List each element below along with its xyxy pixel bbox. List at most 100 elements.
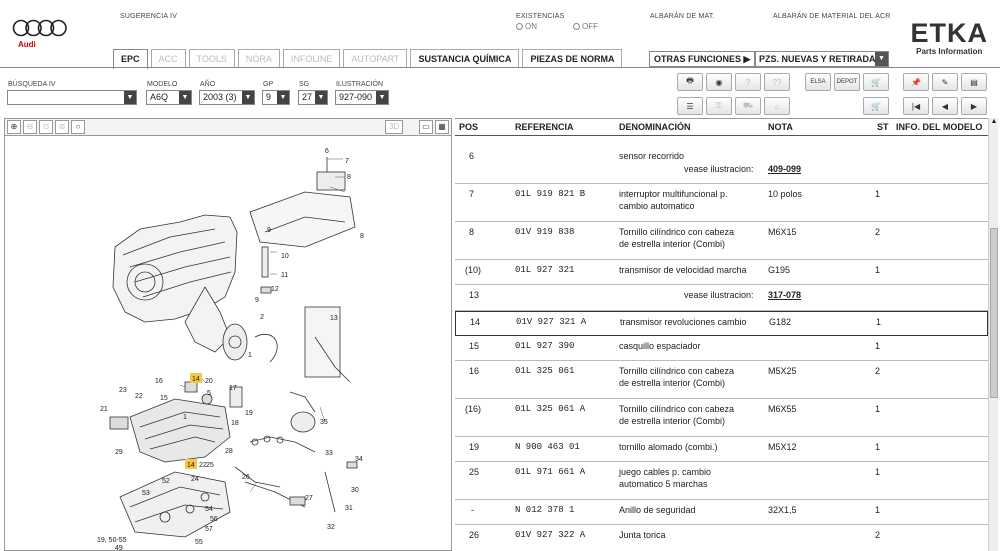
scroll-up-icon[interactable]: ▲ [989, 118, 999, 128]
tab-epc[interactable]: EPC [113, 49, 148, 69]
chevron-down-icon: ▼ [376, 91, 388, 104]
cell-sub-link[interactable]: 317-078 [768, 289, 801, 301]
tab-infoline[interactable]: INFOLINE [282, 49, 341, 68]
doc-next-button[interactable]: ▤ [961, 73, 987, 91]
label-57: 57 [205, 526, 213, 533]
zoom-window-button[interactable]: ⊘ [55, 120, 69, 134]
ano-value: 2003 (3) [203, 92, 237, 102]
first-page-button[interactable]: |◀ [903, 97, 929, 115]
tab-autopart[interactable]: AUTOPART [343, 49, 408, 68]
table-row[interactable]: 7 01L 919 821 B interruptor multifuncion… [455, 184, 988, 222]
table-row[interactable]: (10) 01L 927 321 transmisor de velocidad… [455, 260, 988, 285]
cell-st: 1 [875, 404, 881, 414]
search-button[interactable]: ○ [71, 120, 85, 134]
key-button[interactable]: ⚿ [706, 97, 732, 115]
label-49: 49 [115, 545, 123, 550]
basket-button[interactable]: 🛒 [863, 97, 889, 115]
cell-pos: 13 [469, 290, 480, 300]
shop-button[interactable]: ⌂ [764, 97, 790, 115]
split-view-button[interactable]: ▭ [419, 120, 433, 134]
elsa-button[interactable]: ELSA [805, 73, 831, 91]
depot-icon: DEPOT [836, 79, 858, 85]
cell-ref: 01L 927 390 [515, 341, 575, 351]
existencias-off-radio[interactable]: OFF [573, 22, 598, 31]
search-icon: ○ [75, 122, 81, 131]
label-15: 15 [160, 395, 168, 402]
table-row[interactable]: 26 01V 927 322 A Junta torica 2 [455, 525, 988, 550]
printer-icon: 🖶 [686, 76, 694, 85]
cell-denom: transmisor revoluciones cambio [620, 317, 747, 327]
tab-tools[interactable]: TOOLS [188, 49, 235, 68]
tab-piezas-de-norma[interactable]: PIEZAS DE NORMA [522, 49, 623, 68]
table-row-selected[interactable]: 14 01V 927 321 A transmisor revoluciones… [455, 311, 988, 336]
cell-nota: 10 polos [768, 189, 803, 199]
table-row[interactable]: - N 012 378 1 Anillo de seguridad 32X1,5… [455, 500, 988, 525]
cell-sub-label: vease ilustracion: [684, 164, 754, 174]
zoom-fit-button[interactable]: ⊙ [39, 120, 53, 134]
otras-funciones-button[interactable]: OTRAS FUNCIONES ▶ [649, 51, 756, 67]
depot-button[interactable]: DEPOT [834, 73, 860, 91]
pzs-nuevas-select[interactable]: PZS. NUEVAS Y RETIRADA ▼ [755, 51, 889, 67]
zoom-in-button[interactable]: ⊕ [7, 120, 21, 134]
cell-denom: interruptor multifuncional p. [619, 189, 728, 199]
illustration-pane: ⊕ ⊖ ⊙ ⊘ ○ 3D ▭ ▦ 6 7 8 10 11 12 9 8 9 2 … [4, 118, 452, 551]
zoom-out-button[interactable]: ⊖ [23, 120, 37, 134]
cell-denom: juego cables p. cambio [619, 467, 712, 477]
etka-logo: ETKA Parts Information [910, 18, 989, 57]
table-view-button[interactable]: ▦ [435, 120, 449, 134]
cell-denom2: de estrella interior (Combi) [619, 378, 726, 388]
3d-button[interactable]: 3D [385, 120, 403, 134]
gp-value: 9 [266, 92, 272, 102]
table-row[interactable]: 25 01L 971 661 A juego cables p. cambio … [455, 462, 988, 500]
zoom-out-icon: ⊖ [26, 122, 34, 131]
brand-name: Audi [18, 40, 36, 49]
existencias-on-radio[interactable]: ON [516, 22, 537, 31]
ilustracion-select[interactable]: 927-090 ▼ [335, 90, 389, 105]
cell-st: 2 [875, 530, 881, 540]
prev-page-button[interactable]: ◀ [932, 97, 958, 115]
modelo-select[interactable]: A6Q ▼ [146, 90, 192, 105]
scroll-thumb[interactable] [990, 228, 998, 398]
edit-button[interactable]: ✎ [932, 73, 958, 91]
cell-denom: Junta torica [619, 530, 666, 540]
list-button[interactable]: ☰ [677, 97, 703, 115]
table-row[interactable]: (16) 01L 325 061 A Tornillo cilíndrico c… [455, 399, 988, 437]
label-29: 29 [115, 449, 123, 456]
table-row[interactable]: 13 vease ilustracion: 317-078 [455, 285, 988, 311]
tab-acc[interactable]: ACC [150, 49, 186, 68]
help2-button[interactable]: ?? [764, 73, 790, 91]
busqueda-select[interactable]: ▼ [7, 90, 137, 105]
ano-select[interactable]: 2003 (3) ▼ [199, 90, 255, 105]
table-row[interactable]: 19 N 900 463 01 tornillo alomado (combi.… [455, 437, 988, 462]
sg-select[interactable]: 27 ▼ [298, 90, 328, 105]
cart-button[interactable]: 🛒 [863, 73, 889, 91]
help-button[interactable]: ? [735, 73, 761, 91]
label-18: 18 [231, 420, 239, 427]
label-53: 53 [142, 490, 150, 497]
exploded-diagram[interactable]: 6 7 8 10 11 12 9 8 9 2 13 14 1 16 15 22 … [5, 137, 451, 550]
albaran-acr-label: ALBARÁN DE MATERIAL DEL ACR [773, 13, 891, 20]
tab-sustancia-quimica[interactable]: SUSTANCIA QUÍMICA [410, 49, 520, 68]
car-button[interactable]: ⛟ [735, 97, 761, 115]
sg-label: SG [299, 81, 310, 88]
etka-title: ETKA [910, 18, 988, 48]
print-button[interactable]: 🖶 [677, 73, 703, 91]
pzs-select-value: PZS. NUEVAS Y RETIRADA [759, 54, 876, 64]
table-row[interactable]: 15 01L 927 390 casquillo espaciador 1 [455, 336, 988, 361]
cell-nota: G195 [768, 265, 791, 275]
disk-button[interactable]: ◉ [706, 73, 732, 91]
next-page-button[interactable]: ▶ [961, 97, 987, 115]
table-row[interactable]: 8 01V 919 838 Tornillo cilíndrico con ca… [455, 222, 988, 260]
table-row[interactable]: 6 sensor recorrido vease ilustracion: 40… [455, 146, 988, 184]
cell-nota: M5X25 [768, 366, 797, 376]
chevron-down-icon: ▼ [315, 91, 327, 104]
cell-pos: 25 [469, 467, 480, 477]
cell-sub-link[interactable]: 409-099 [768, 163, 801, 175]
table-scrollbar[interactable]: ▲ [988, 118, 998, 551]
cell-ref: 01V 927 322 A [515, 530, 586, 540]
pin-button[interactable]: 📌 [903, 73, 929, 91]
tab-nora[interactable]: NORA [237, 49, 280, 68]
gp-select[interactable]: 9 ▼ [262, 90, 290, 105]
table-row[interactable]: 16 01L 325 061 Tornillo cilíndrico con c… [455, 361, 988, 399]
cell-ref: 01V 927 321 A [516, 317, 587, 327]
